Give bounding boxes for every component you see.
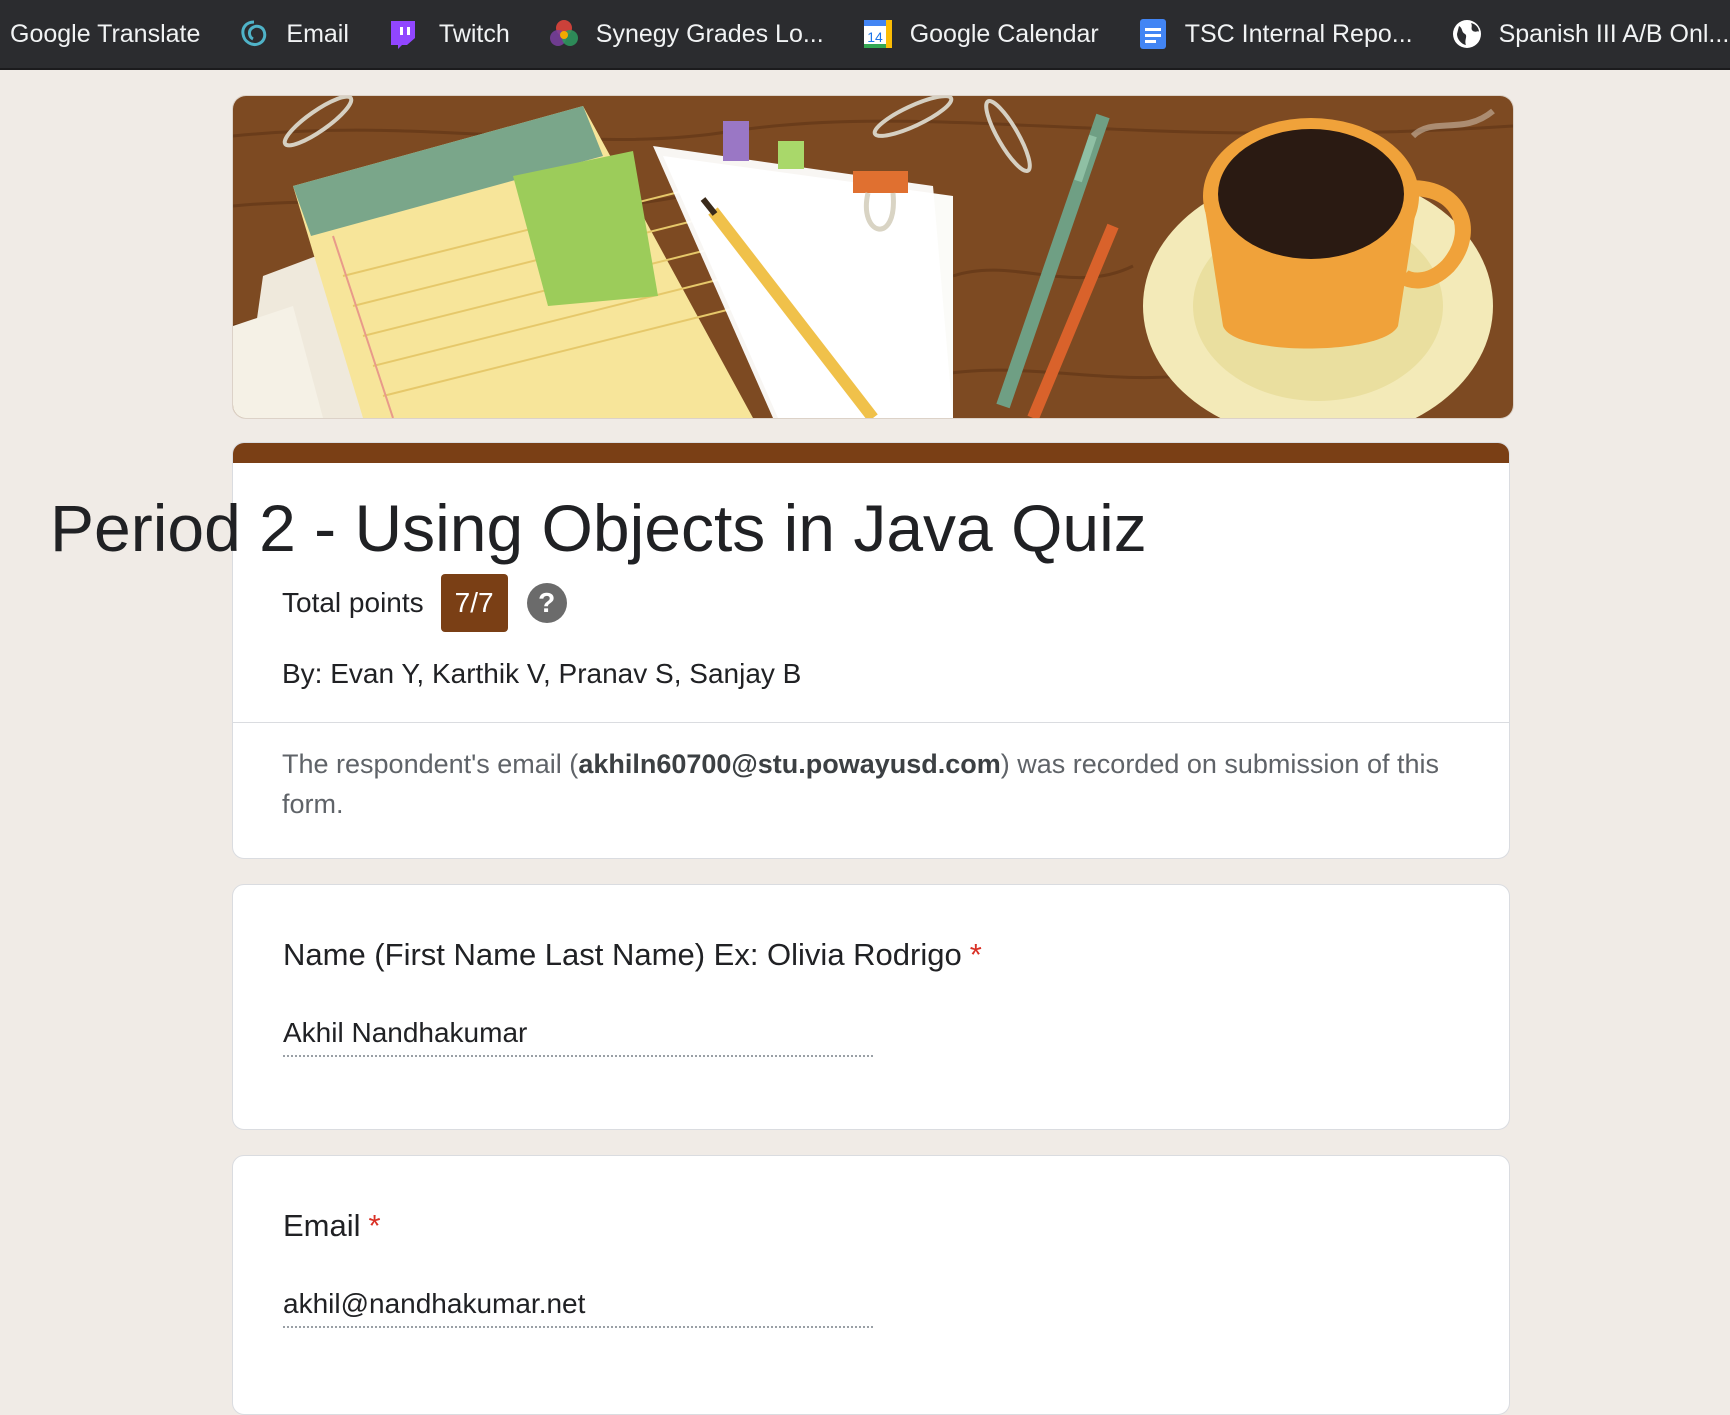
docs-icon (1137, 18, 1169, 50)
answer-email-field[interactable]: akhil@nandhakumar.net (283, 1288, 873, 1328)
bookmark-synergy[interactable]: Synegy Grades Lo... (548, 0, 824, 68)
email-logo-icon (238, 18, 270, 50)
synergy-icon (548, 18, 580, 50)
required-asterisk: * (969, 937, 982, 972)
header-accent-bar (233, 443, 1509, 463)
question-title-text: Email (283, 1208, 361, 1243)
bookmark-label: Synegy Grades Lo... (595, 19, 824, 48)
question-card-name: Name (First Name Last Name) Ex: Olivia R… (232, 884, 1510, 1130)
bookmark-twitch[interactable]: Twitch (387, 0, 510, 68)
calendar-icon: 14 (862, 18, 894, 50)
bookmark-email[interactable]: Email (238, 0, 349, 68)
bookmark-label: TSC Internal Repo... (1184, 19, 1413, 48)
header-banner-image (232, 95, 1514, 419)
form-title: Period 2 - Using Objects in Java Quiz (50, 491, 1147, 565)
twitch-icon (387, 18, 419, 50)
bookmark-label: Google Translate (10, 19, 201, 48)
bookmark-label: Google Calendar (909, 19, 1099, 48)
question-title-text: Name (First Name Last Name) Ex: Olivia R… (283, 937, 962, 972)
bookmarks-bar: Google Translate Email Twitch Synegy Gra… (0, 0, 1730, 70)
bookmark-google-calendar[interactable]: 14 Google Calendar (862, 0, 1099, 68)
question-title: Email * (283, 1208, 381, 1244)
answer-name-field[interactable]: Akhil Nandhakumar (283, 1017, 873, 1057)
question-title: Name (First Name Last Name) Ex: Olivia R… (283, 937, 982, 973)
question-card-email: Email * akhil@nandhakumar.net (232, 1155, 1510, 1415)
calendar-badge: 14 (867, 29, 883, 45)
bookmark-label: Spanish III A/B Onl... (1498, 19, 1730, 48)
bookmark-google-translate[interactable]: Google Translate (10, 0, 200, 68)
bookmark-label: Twitch (438, 19, 510, 48)
globe-icon (1451, 18, 1483, 50)
bookmark-label: Email (286, 19, 349, 48)
bookmark-spanish[interactable]: Spanish III A/B Onl... (1451, 0, 1730, 68)
required-asterisk: * (368, 1208, 381, 1243)
bookmark-tsc-internal[interactable]: TSC Internal Repo... (1137, 0, 1413, 68)
